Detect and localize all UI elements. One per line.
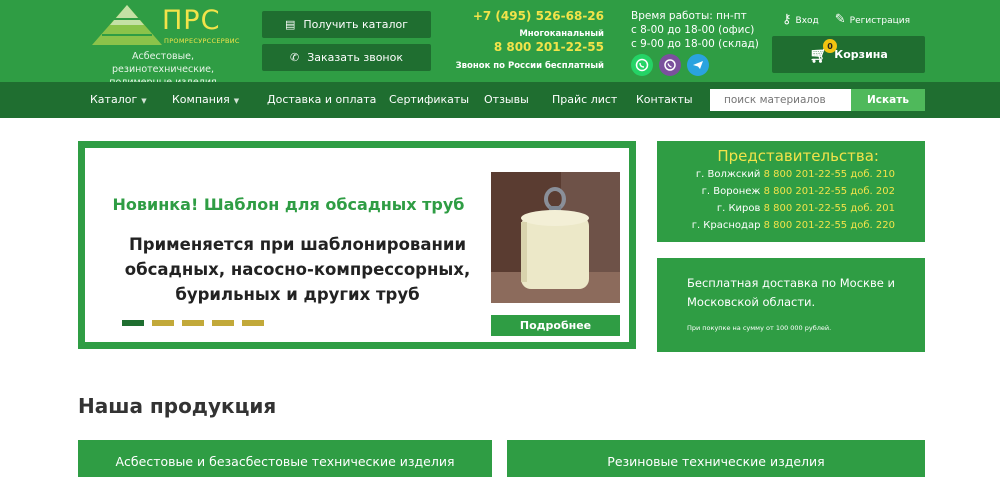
site-header: ПРС ПРОМРЕСУРССЕРВИС Асбестовые, резинот… [0,0,1000,88]
request-call-label: Заказать звонок [307,51,403,64]
delivery-panel: Бесплатная доставка по Москве и Московск… [657,258,925,352]
viber-icon[interactable] [659,54,681,76]
cart-button[interactable]: 🛒︎ 0 Корзина [772,36,925,73]
cart-count-badge: 0 [823,39,837,53]
slider-dots [122,320,264,326]
phone-free[interactable]: 8 800 201-22-55 [440,40,604,55]
representative-item: г. Волжский 8 800 201-22-55 доб. 210 [695,169,895,180]
slide-text: Применяется при шаблонировании обсадных,… [124,235,471,304]
hours-warehouse: с 9-00 до 18-00 (склад) [631,38,759,50]
slider-dot[interactable] [212,320,234,326]
delivery-note: При покупке на сумму от 100 000 рублей. [687,324,832,332]
slider-dot[interactable] [242,320,264,326]
phone-main[interactable]: +7 (495) 526-68-26 [440,9,604,24]
slide-title: Новинка! Шаблон для обсадных труб [112,195,465,214]
more-button[interactable]: Подробнее [491,315,620,336]
logo[interactable]: ПРС ПРОМРЕСУРССЕРВИС Асбестовые, резинот… [92,5,242,88]
request-call-button[interactable]: ✆ Заказать звонок [262,44,431,71]
representative-item: г. Воронеж 8 800 201-22-55 доб. 202 [701,186,895,197]
phone-block: +7 (495) 526-68-26 Многоканальный 8 800 … [440,9,604,71]
phone-free-note: Звонок по России бесплатный [455,61,604,71]
get-catalog-label: Получить каталог [303,18,409,31]
nav-item-catalog[interactable]: Каталог ▼ [90,93,147,106]
product-category-rubber[interactable]: Резиновые технические изделия [507,440,925,477]
nav-item-delivery[interactable]: Доставка и оплата [267,93,376,106]
representatives-title: Представительства: [717,147,879,165]
nav-item-certificates[interactable]: Сертификаты [389,93,469,106]
cart-label: Корзина [834,48,888,61]
nav-item-company[interactable]: Компания ▼ [172,93,239,106]
nav-item-contacts[interactable]: Контакты [636,93,693,106]
register-link[interactable]: ✎ Регистрация [835,12,910,27]
delivery-text: Бесплатная доставка по Москве и Московск… [687,276,895,309]
search-input[interactable] [710,89,851,111]
representatives-panel: Представительства: г. Волжский 8 800 201… [657,141,925,242]
nav-item-label: Каталог [90,93,138,106]
hours-title: Время работы: пн-пт [631,10,747,22]
logo-triangle-icon [92,5,162,45]
document-icon: ▤ [284,18,296,31]
brand-subtitle: ПРОМРЕСУРССЕРВИС [164,37,240,45]
key-icon: ⚷ [782,12,792,27]
slider-dot[interactable] [152,320,174,326]
nav-item-label: Компания [172,93,230,106]
phone-main-note: Многоканальный [519,29,604,39]
search-button[interactable]: Искать [851,89,925,111]
telegram-icon[interactable] [687,54,709,76]
brand-name: ПРС [162,5,221,36]
get-catalog-button[interactable]: ▤ Получить каталог [262,11,431,38]
promo-slider: Новинка! Шаблон для обсадных труб Примен… [78,141,636,349]
chevron-down-icon: ▼ [233,97,240,105]
register-label: Регистрация [849,16,911,26]
working-hours: Время работы: пн-пт с 8-00 до 18-00 (офи… [631,9,761,51]
slider-dot[interactable] [122,320,144,326]
products-title: Наша продукция [78,394,277,418]
messengers [631,54,709,76]
product-image [491,172,620,303]
login-link[interactable]: ⚷ Вход [782,12,819,27]
product-category-asbestos[interactable]: Асбестовые и безасбестовые технические и… [78,440,492,477]
main-nav: Каталог ▼ Компания ▼ Доставка и оплата Сер… [0,82,1000,118]
pencil-icon: ✎ [834,12,846,27]
phone-icon: ✆ [289,51,300,64]
nav-item-price-list[interactable]: Прайс лист [552,93,617,106]
login-label: Вход [795,16,819,26]
slide: Новинка! Шаблон для обсадных труб Примен… [85,148,629,342]
nav-item-reviews[interactable]: Отзывы [484,93,529,106]
slider-dot[interactable] [182,320,204,326]
account-links: ⚷ Вход ✎ Регистрация [782,12,910,27]
representative-item: г. Краснодар 8 800 201-22-55 доб. 220 [691,220,895,231]
chevron-down-icon: ▼ [141,97,147,105]
whatsapp-icon[interactable] [631,54,653,76]
hours-office: с 8-00 до 18-00 (офис) [631,24,755,36]
representative-item: г. Киров 8 800 201-22-55 доб. 201 [716,203,895,214]
